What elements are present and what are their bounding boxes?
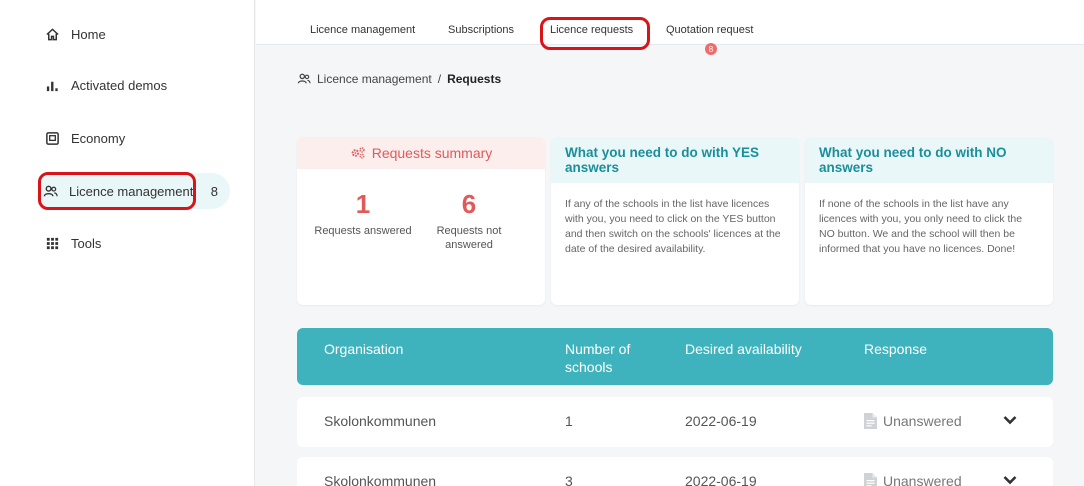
- column-organisation[interactable]: Organisation: [324, 340, 403, 358]
- sidebar-item-activated-demos[interactable]: Activated demos: [44, 67, 167, 103]
- response-cell: Unanswered: [864, 473, 962, 486]
- not-answered-label: Requests not answered: [436, 225, 502, 251]
- tab-licence-management[interactable]: Licence management: [310, 24, 415, 36]
- no-card-title: What you need to do with NO answers: [805, 137, 1053, 183]
- requests-summary-card: Requests summary 1 Requests answered 6 R…: [297, 137, 545, 305]
- sidebar-item-label: Home: [71, 26, 106, 42]
- sidebar-item-licence-management[interactable]: Licence management 8: [38, 173, 230, 209]
- document-icon: [864, 413, 877, 429]
- quotation-badge: 8: [705, 43, 717, 55]
- response-status: Unanswered: [883, 413, 962, 429]
- tab-subscriptions[interactable]: Subscriptions: [448, 24, 514, 36]
- column-response[interactable]: Response: [864, 340, 927, 358]
- chevron-down-icon[interactable]: [1003, 475, 1017, 485]
- document-icon: [864, 473, 877, 486]
- breadcrumb-current: Requests: [447, 72, 502, 86]
- breadcrumb-parent[interactable]: Licence management: [317, 72, 432, 86]
- availability-cell: 2022-06-19: [685, 473, 757, 486]
- sidebar: Home Activated demos Economy Licence man…: [0, 0, 255, 486]
- answered-stat: 1 Requests answered: [313, 189, 413, 238]
- no-card-body: If none of the schools in the list have …: [819, 198, 1023, 255]
- summary-title: Requests summary: [371, 145, 493, 161]
- not-answered-count: 6: [461, 189, 477, 219]
- breadcrumb: Licence management / Requests: [297, 72, 501, 86]
- sidebar-item-tools[interactable]: Tools: [44, 225, 101, 261]
- yes-answers-card: What you need to do with YES answers If …: [551, 137, 799, 305]
- chevron-down-icon[interactable]: [1003, 415, 1017, 425]
- organisation-cell: Skolonkommunen: [324, 413, 437, 429]
- organisation-cell: Skolonkommunen: [324, 473, 437, 486]
- schools-cell: 3: [565, 473, 573, 486]
- sidebar-item-economy[interactable]: Economy: [44, 120, 125, 156]
- licence-count-badge: 8: [210, 183, 218, 199]
- yes-card-body: If any of the schools in the list have l…: [565, 198, 781, 255]
- not-answered-stat: 6 Requests not answered: [419, 189, 519, 252]
- home-icon: [44, 26, 60, 42]
- sidebar-item-home[interactable]: Home: [44, 16, 106, 52]
- response-status: Unanswered: [883, 473, 962, 486]
- column-availability[interactable]: Desired availability: [685, 340, 802, 358]
- column-schools[interactable]: Number of schools: [565, 340, 655, 376]
- response-cell: Unanswered: [864, 413, 962, 429]
- breadcrumb-separator: /: [437, 72, 442, 86]
- answered-count: 1: [355, 189, 371, 219]
- availability-cell: 2022-06-19: [685, 413, 757, 429]
- users-icon: [297, 73, 311, 85]
- sidebar-item-label: Activated demos: [71, 77, 168, 93]
- no-answers-card: What you need to do with NO answers If n…: [805, 137, 1053, 305]
- top-tabs: Licence management Subscriptions Licence…: [256, 0, 1084, 45]
- gears-icon: [350, 146, 366, 160]
- sidebar-item-label: Tools: [71, 235, 102, 251]
- grid-icon: [44, 235, 60, 251]
- schools-cell: 1: [565, 413, 573, 429]
- sidebar-item-label: Economy: [71, 130, 126, 146]
- tab-licence-requests[interactable]: Licence requests: [550, 24, 633, 36]
- users-icon: [42, 183, 58, 199]
- summary-header: Requests summary: [297, 137, 545, 169]
- tab-quotation-request[interactable]: Quotation request: [666, 24, 753, 36]
- sidebar-item-label: Licence management: [69, 183, 194, 199]
- answered-label: Requests answered: [314, 225, 412, 237]
- bar-chart-icon: [44, 77, 60, 93]
- calculator-icon: [44, 130, 60, 146]
- table-header: Organisation Number of schools Desired a…: [297, 328, 1053, 385]
- yes-card-title: What you need to do with YES answers: [551, 137, 799, 183]
- table-row[interactable]: Skolonkommunen 3 2022-06-19 Unanswered: [297, 457, 1053, 486]
- table-row[interactable]: Skolonkommunen 1 2022-06-19 Unanswered: [297, 397, 1053, 447]
